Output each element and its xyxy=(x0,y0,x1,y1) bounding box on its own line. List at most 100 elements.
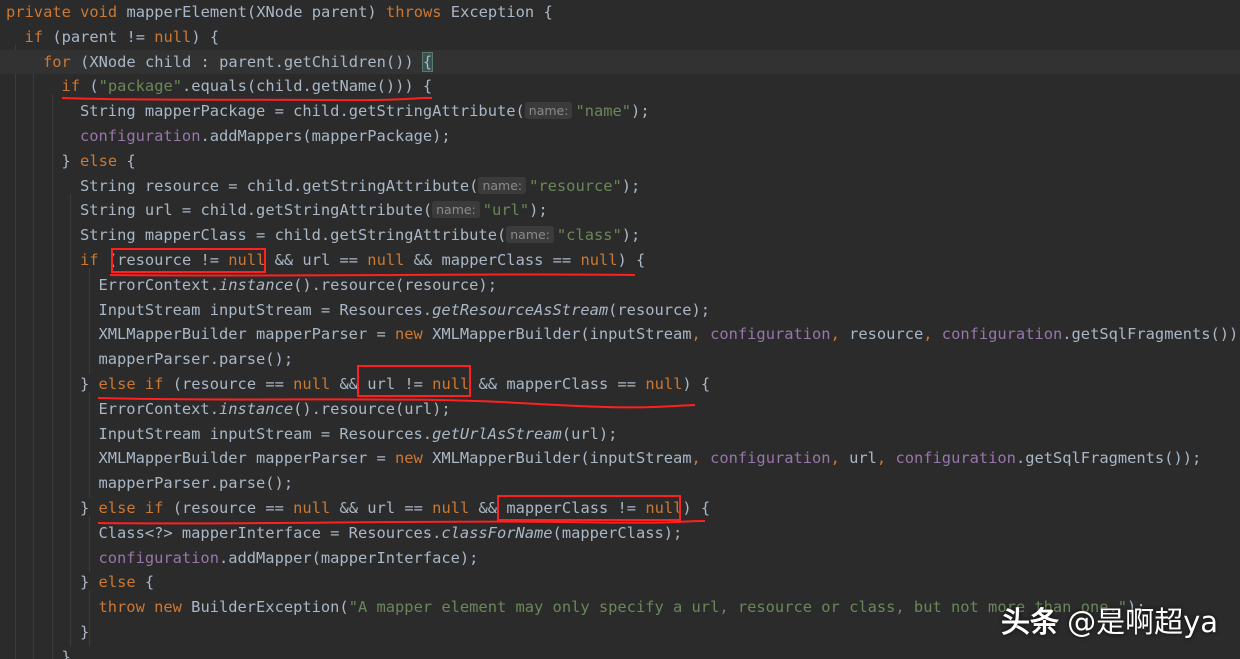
code-token: String url = child.getStringAttribute( xyxy=(80,201,433,220)
code-token: .addMappers(mapperPackage); xyxy=(200,127,451,145)
code-line: String resource = child.getStringAttribu… xyxy=(0,174,1240,199)
keyword: , xyxy=(691,325,711,344)
code-token: ().resource(resource); xyxy=(293,275,497,294)
code-line: mapperParser.parse(); xyxy=(0,471,1240,496)
parameter-hint: name: xyxy=(478,176,527,194)
code-token: String mapperClass = child.getStringAttr… xyxy=(80,226,507,245)
author-handle: @是啊超ya xyxy=(1067,605,1218,639)
annotation-box-url-not-null xyxy=(357,365,471,397)
code-token: Exception { xyxy=(450,3,553,21)
code-token: configuration xyxy=(710,325,831,344)
code-token: configuration xyxy=(80,127,201,145)
code-token: ) { xyxy=(682,375,711,393)
keyword: throws xyxy=(385,3,451,21)
code-token: resource xyxy=(849,325,924,344)
keyword: new xyxy=(395,325,433,344)
code-token: ( xyxy=(89,77,99,96)
code-token: .getSqlFragments()); xyxy=(1062,325,1240,344)
watermark: 头条 @是啊超ya xyxy=(1001,599,1218,641)
code-token: (resource); xyxy=(608,300,711,319)
annotation-box-mapperclass-not-null xyxy=(497,495,681,521)
code-token: getResourceAsStream xyxy=(432,300,609,319)
code-token: configuration xyxy=(710,449,831,468)
code-token: && url == xyxy=(274,251,368,269)
code-token: configuration xyxy=(98,548,219,567)
code-token: configuration xyxy=(895,449,1016,468)
code-token: Class<?> mapperInterface = Resources. xyxy=(98,523,442,542)
code-token: InputStream inputStream = Resources. xyxy=(98,300,433,319)
code-line: } else if (resource == null && url != nu… xyxy=(0,372,1240,397)
code-token: XMLMapperBuilder mapperParser = xyxy=(98,449,396,468)
code-line: } xyxy=(0,645,1240,659)
code-token: } xyxy=(61,647,71,659)
code-token: String mapperPackage = child.getStringAt… xyxy=(80,102,525,121)
keyword: throw new xyxy=(98,598,192,617)
code-token: (XNode child : parent.getChildren()) xyxy=(80,52,423,71)
keyword: null xyxy=(645,375,683,393)
string-literal: "name" xyxy=(575,102,632,121)
parameter-hint: name: xyxy=(432,201,480,219)
string-literal: "class" xyxy=(556,226,622,245)
keyword: for xyxy=(43,52,81,71)
keyword: if xyxy=(24,27,53,46)
code-token: BuilderException( xyxy=(191,598,349,617)
keyword: null xyxy=(432,499,479,517)
keyword: , xyxy=(830,449,850,468)
code-token: } xyxy=(80,499,99,517)
code-line: } else { xyxy=(0,570,1240,595)
code-token: mapperElement(XNode parent) xyxy=(126,3,386,21)
code-token: mapperParser.parse(); xyxy=(98,350,294,369)
code-editor[interactable]: private void mapperElement(XNode parent)… xyxy=(0,0,1240,659)
code-token: ().resource(url); xyxy=(293,399,451,418)
code-token: XMLMapperBuilder(inputStream xyxy=(432,449,692,468)
keyword: else if xyxy=(98,375,173,393)
code-token: ) { xyxy=(191,27,220,46)
code-token: instance xyxy=(218,399,294,418)
code-line: for (XNode child : parent.getChildren())… xyxy=(0,49,1240,75)
code-token: (resource == xyxy=(172,375,294,393)
keyword: null xyxy=(154,27,192,46)
code-token: .equals(child.getName())) { xyxy=(182,77,433,96)
code-token: .addMapper(mapperInterface); xyxy=(218,548,479,567)
code-token: ); xyxy=(529,201,548,220)
keyword: private void xyxy=(6,3,127,21)
code-token: instance xyxy=(218,275,294,294)
code-token: XMLMapperBuilder(inputStream xyxy=(432,325,692,344)
code-token: ErrorContext. xyxy=(98,275,219,294)
code-token: { xyxy=(126,151,136,170)
code-line: private void mapperElement(XNode parent)… xyxy=(0,0,1240,25)
keyword: if xyxy=(61,77,90,96)
code-token: ) { xyxy=(617,251,646,269)
keyword: , xyxy=(923,325,942,344)
annotation-box-resource-not-null xyxy=(111,248,266,273)
code-token: XMLMapperBuilder mapperParser = xyxy=(98,325,396,344)
code-line: configuration.addMapper(mapperInterface)… xyxy=(0,546,1240,571)
code-line: if (parent != null) { xyxy=(0,25,1240,50)
code-token: && mapperClass == xyxy=(478,375,646,393)
code-token: ); xyxy=(621,176,641,195)
code-token: } xyxy=(61,151,81,170)
code-line: InputStream inputStream = Resources.getR… xyxy=(0,298,1240,323)
code-token: getUrlAsStream xyxy=(432,424,562,443)
code-token: (url); xyxy=(561,424,618,443)
code-token: && mapperClass == xyxy=(413,251,581,269)
keyword: , xyxy=(830,325,850,344)
code-token: (parent != xyxy=(52,27,155,46)
keyword: if xyxy=(80,251,108,269)
code-token: (mapperClass); xyxy=(552,523,683,542)
code-token: } xyxy=(80,573,99,592)
code-line: configuration.addMappers(mapperPackage); xyxy=(0,124,1240,149)
code-line: Class<?> mapperInterface = Resources.cla… xyxy=(0,521,1240,546)
code-token: } xyxy=(80,623,90,641)
code-token: { xyxy=(144,573,155,592)
code-line: ErrorContext.instance().resource(url); xyxy=(0,397,1240,422)
keyword: null xyxy=(293,499,340,517)
code-token: url xyxy=(849,449,877,468)
string-literal: "url" xyxy=(482,201,530,220)
keyword: null xyxy=(367,251,414,269)
code-token: ErrorContext. xyxy=(98,399,219,418)
code-token: } xyxy=(80,375,99,393)
code-line: XMLMapperBuilder mapperParser = new XMLM… xyxy=(0,322,1240,347)
keyword: , xyxy=(876,449,896,468)
code-token: String resource = child.getStringAttribu… xyxy=(80,176,479,195)
